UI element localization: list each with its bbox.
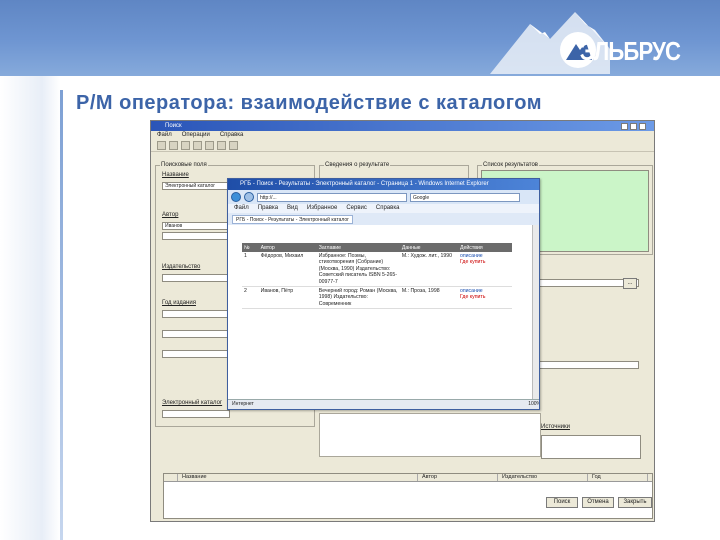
window-controls	[621, 123, 646, 130]
year-field[interactable]	[162, 310, 230, 318]
where-to-buy-link[interactable]: Где купить	[460, 259, 510, 265]
row-title: Избранное: Поэмы, стихотворения (Собрани…	[316, 252, 400, 288]
ie-titlebar: РГБ - Поиск - Результаты - Электронный к…	[228, 179, 539, 190]
menu-file[interactable]: Файл	[157, 131, 172, 140]
app-toolbar	[151, 140, 654, 152]
sources-field[interactable]	[539, 361, 639, 369]
search-app-window: Поиск Файл Операции Справка Поисковые по…	[150, 120, 655, 522]
row-num: 2	[242, 286, 259, 310]
th-title: Заглавие	[316, 243, 400, 252]
maximize-button[interactable]	[630, 123, 637, 130]
search-fields-label: Поисковые поля	[160, 162, 208, 168]
table-row: 2 Иванов, Пётр Вечерний город: Роман (Мо…	[242, 286, 512, 310]
ie-menubar: Файл Правка Вид Избранное Сервис Справка	[228, 204, 539, 213]
ie-menu-file[interactable]: Файл	[234, 204, 249, 213]
results-table: Название Автор Издательство Год	[163, 473, 653, 519]
row-author: Иванов, Пётр	[258, 286, 317, 310]
sources-list[interactable]	[541, 435, 641, 459]
where-to-buy-link[interactable]: Где купить	[460, 294, 510, 300]
author-label: Автор	[162, 212, 179, 218]
close-button[interactable]: Закрыть	[618, 497, 652, 508]
app-menubar: Файл Операции Справка	[151, 131, 654, 140]
slide-title: Р/М оператора: взаимодействие с каталого…	[76, 92, 543, 114]
author-field-2[interactable]	[162, 232, 230, 240]
new-icon[interactable]	[157, 141, 166, 150]
row-actions: описание Где купить	[457, 252, 512, 288]
col-author[interactable]: Автор	[418, 474, 498, 481]
th-author: Автор	[258, 243, 317, 252]
col-title[interactable]: Название	[178, 474, 418, 481]
table-row: 1 Фёдоров, Михаил Избранное: Поэмы, стих…	[242, 252, 512, 288]
address-bar[interactable]: http://...	[257, 192, 407, 202]
row-data: М.: Проза, 1998	[399, 286, 458, 310]
catalog-results-table: № Автор Заглавие Данные Действия 1 Фёдор…	[242, 243, 512, 310]
edit-icon[interactable]	[229, 141, 238, 150]
ie-address-row: http://... Google	[228, 190, 539, 204]
row-num: 1	[242, 252, 259, 288]
close-window-button[interactable]	[639, 123, 646, 130]
ie-statusbar: Интернет 100%	[228, 399, 539, 409]
author-field[interactable]: Иванов	[162, 222, 230, 230]
catalog-label: Электронный каталог	[162, 400, 223, 406]
row-title: Вечерний город: Роман (Москва, 1998) Изд…	[316, 286, 400, 310]
save-icon[interactable]	[181, 141, 190, 150]
search-icon[interactable]	[205, 141, 214, 150]
title-field[interactable]: Электронный каталог	[162, 182, 230, 190]
ie-browser-window: РГБ - Поиск - Результаты - Электронный к…	[227, 178, 540, 410]
app-titlebar: Поиск	[151, 121, 654, 131]
browse-button[interactable]: ...	[623, 278, 637, 289]
ie-status-zone: Интернет	[232, 401, 254, 407]
side-gradient	[0, 76, 60, 540]
side-accent-line	[60, 90, 63, 540]
ie-zoom[interactable]: 100%	[528, 400, 539, 409]
col-publisher[interactable]: Издательство	[498, 474, 588, 481]
minimize-button[interactable]	[621, 123, 628, 130]
results-table-header: Название Автор Издательство Год	[164, 474, 652, 482]
extra-field-2[interactable]	[162, 350, 230, 358]
ie-tab[interactable]: РГБ - Поиск - Результаты - Электронный к…	[232, 214, 353, 224]
catalog-field[interactable]	[162, 410, 230, 418]
forward-icon[interactable]	[244, 192, 254, 202]
filter-icon[interactable]	[217, 141, 226, 150]
result-info-label: Сведения о результате	[324, 162, 391, 168]
th-num: №	[242, 243, 259, 252]
ie-menu-help[interactable]: Справка	[376, 204, 400, 213]
ie-menu-edit[interactable]: Правка	[258, 204, 278, 213]
row-actions: описание Где купить	[457, 286, 512, 310]
result-list-label: Список результатов	[482, 162, 539, 168]
ie-search-box[interactable]: Google	[410, 192, 520, 202]
publisher-field[interactable]	[162, 274, 230, 282]
search-button[interactable]: Поиск	[546, 497, 578, 508]
ie-menu-tools[interactable]: Сервис	[346, 204, 367, 213]
menu-operations[interactable]: Операции	[182, 131, 210, 140]
print-icon[interactable]	[193, 141, 202, 150]
sources-label: Источники	[541, 424, 570, 430]
back-icon[interactable]	[231, 192, 241, 202]
open-icon[interactable]	[169, 141, 178, 150]
publisher-label: Издательство	[162, 264, 201, 270]
col-year[interactable]: Год	[588, 474, 648, 481]
row-data: М.: Худож. лит., 1990	[399, 252, 458, 288]
menu-help[interactable]: Справка	[220, 131, 244, 140]
year-label: Год издания	[162, 300, 196, 306]
ie-menu-view[interactable]: Вид	[287, 204, 298, 213]
cancel-button[interactable]: Отмена	[582, 497, 614, 508]
col-marker[interactable]	[164, 474, 178, 481]
ie-menu-favorites[interactable]: Избранное	[307, 204, 337, 213]
th-data: Данные	[399, 243, 458, 252]
ie-tab-row: РГБ - Поиск - Результаты - Электронный к…	[228, 213, 539, 225]
header-banner: ЭЛЬБРУС	[0, 0, 720, 76]
row-author: Фёдоров, Михаил	[258, 252, 317, 288]
th-actions: Действия	[457, 243, 512, 252]
description-area[interactable]	[319, 413, 541, 457]
logo-text: ЭЛЬБРУС	[579, 36, 681, 66]
extra-field-1[interactable]	[162, 330, 230, 338]
ie-scrollbar[interactable]	[532, 225, 539, 401]
title-label: Название	[162, 172, 189, 178]
